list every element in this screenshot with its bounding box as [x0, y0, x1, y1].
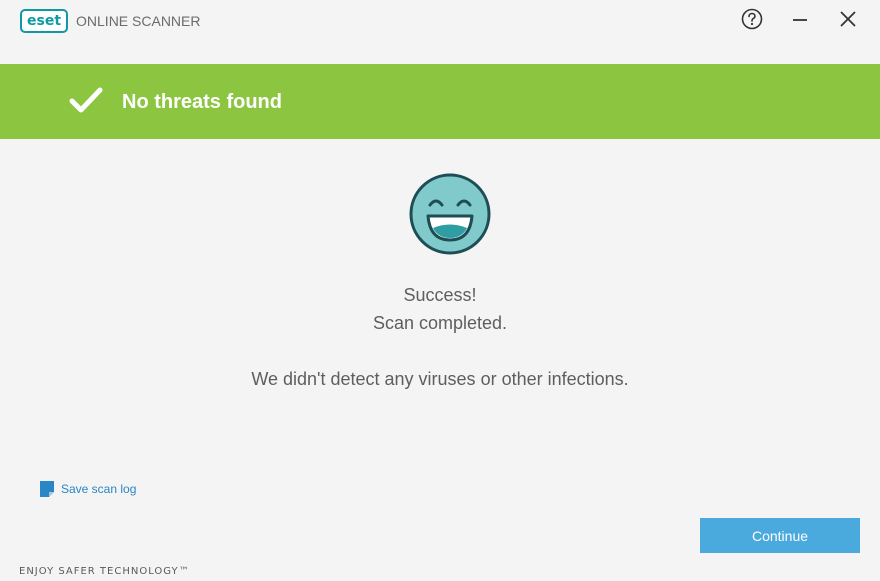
- minimize-button[interactable]: [787, 6, 813, 32]
- eset-logo: eset ONLINE SCANNER: [20, 9, 200, 33]
- minimize-icon: [793, 19, 807, 21]
- close-button[interactable]: [835, 6, 861, 32]
- close-icon: [840, 11, 856, 27]
- status-message: No threats found: [122, 91, 282, 113]
- help-button[interactable]: [739, 6, 765, 32]
- smiley-face-icon: [409, 173, 491, 255]
- no-infections-text: We didn't detect any viruses or other in…: [251, 369, 629, 389]
- success-heading: Success!: [403, 285, 477, 305]
- eset-logo-badge: eset: [20, 9, 69, 33]
- save-scan-log-link[interactable]: Save scan log: [40, 481, 136, 497]
- app-title: ONLINE SCANNER: [76, 13, 201, 29]
- save-scan-log-label: Save scan log: [61, 482, 137, 496]
- eset-logo-text: eset: [27, 13, 62, 29]
- title-bar: eset ONLINE SCANNER: [0, 0, 880, 64]
- footer-tagline: ENJOY SAFER TECHNOLOGY™: [19, 566, 190, 577]
- status-banner: No threats found: [0, 64, 880, 139]
- checkmark-icon: [69, 87, 103, 113]
- scan-completed-text: Scan completed.: [372, 313, 508, 333]
- question-circle-icon: [741, 8, 763, 30]
- document-icon: [40, 481, 54, 497]
- continue-button[interactable]: Continue: [700, 518, 860, 553]
